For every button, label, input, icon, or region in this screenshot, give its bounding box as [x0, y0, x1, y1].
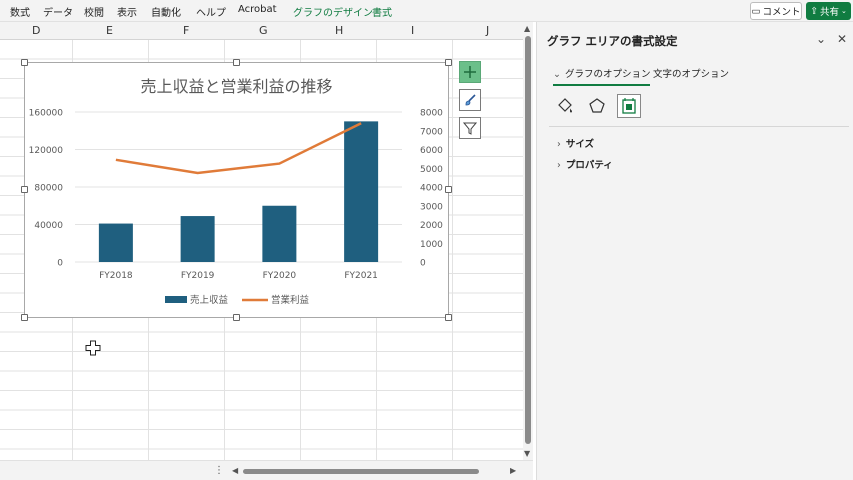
x-tick-label: FY2020 [263, 271, 297, 281]
section-size-label: サイズ [565, 139, 595, 150]
y-tick-label: 120000 [29, 146, 64, 156]
chart-filters-button[interactable] [459, 117, 481, 139]
menu-automate[interactable]: 自動化 [151, 4, 181, 19]
menu-acrobat[interactable]: Acrobat [238, 4, 277, 15]
comment-button[interactable]: ▭ コメント [750, 2, 802, 20]
column-header[interactable]: H [335, 24, 343, 37]
filter-icon [463, 122, 477, 135]
column-header[interactable]: I [411, 24, 414, 37]
chart-elements-button[interactable] [459, 61, 481, 83]
chart-styles-button[interactable] [459, 89, 481, 111]
tab-text-options[interactable]: 文字のオプション [653, 66, 729, 80]
comment-icon: ▭ [751, 5, 761, 17]
brush-icon [465, 94, 476, 106]
resize-handle[interactable] [21, 314, 28, 321]
scroll-up-icon[interactable]: ▲ [524, 24, 530, 33]
chevron-down-icon[interactable]: ⌄ [816, 32, 826, 46]
column-headers: D E F G H I J [0, 22, 523, 40]
menu-review[interactable]: 校閲 [84, 4, 104, 19]
chevron-right-icon: › [557, 160, 561, 171]
column-header[interactable]: E [106, 24, 113, 37]
format-chart-area-pane: グラフ エリアの書式設定 ⌄ ✕ ⌄ グラフのオプション 文字のオプション › サイ… [536, 22, 853, 480]
fill-line-button[interactable] [553, 94, 577, 118]
horizontal-scrollbar[interactable]: ⋮ ◀ ▶ [0, 460, 533, 480]
resize-handle[interactable] [445, 59, 452, 66]
menu-view[interactable]: 表示 [117, 4, 137, 19]
share-icon: ⇪ [810, 5, 819, 17]
comment-label: コメント [762, 7, 801, 18]
pane-divider [549, 126, 849, 127]
tab-chart-options[interactable]: ⌄ グラフのオプション [553, 66, 651, 86]
y-tick-label: 160000 [29, 109, 64, 119]
pentagon-icon [589, 98, 605, 113]
chevron-down-icon: ⌄ [553, 69, 561, 80]
column-header[interactable]: J [486, 24, 489, 37]
resize-handle[interactable] [233, 314, 240, 321]
resize-handle[interactable] [233, 59, 240, 66]
column-header[interactable]: D [32, 24, 40, 37]
legend-swatch [165, 296, 187, 303]
menu-help[interactable]: ヘルプ [196, 4, 226, 19]
resize-handle[interactable] [21, 59, 28, 66]
y2-tick-label: 4000 [420, 184, 443, 194]
x-tick-label: FY2021 [344, 271, 378, 281]
cell-cursor-icon [85, 340, 101, 356]
bar [344, 121, 379, 262]
y2-tick-label: 7000 [420, 127, 443, 137]
y-tick-label: 40000 [34, 221, 63, 231]
legend-label: 売上収益 [190, 294, 229, 306]
more-options-icon[interactable]: ⋮ [214, 465, 224, 476]
plus-icon [464, 66, 476, 78]
chart-area[interactable]: 売上収益と営業利益の推移 0 40000 80000 120000 160000 0 100… [24, 62, 449, 318]
size-properties-button[interactable] [617, 94, 641, 118]
bar [262, 205, 297, 262]
y2-tick-label: 5000 [420, 165, 443, 175]
bar [98, 223, 133, 262]
menu-chart-design[interactable]: グラフのデザイン [293, 4, 373, 19]
column-header[interactable]: G [259, 24, 268, 37]
menu-formulas[interactable]: 数式 [10, 4, 30, 19]
close-icon[interactable]: ✕ [837, 32, 847, 46]
menu-format[interactable]: 書式 [372, 4, 392, 19]
scroll-down-icon[interactable]: ▼ [524, 449, 530, 458]
scroll-left-icon[interactable]: ◀ [232, 466, 238, 475]
section-properties[interactable]: › プロパティ [557, 157, 613, 171]
plot-area[interactable]: 0 40000 80000 120000 160000 0 1000 2000 3000 4000… [25, 63, 450, 319]
x-tick-label: FY2018 [99, 271, 133, 281]
y-tick-label: 80000 [34, 184, 63, 194]
resize-handle[interactable] [445, 186, 452, 193]
y2-tick-label: 6000 [420, 146, 443, 156]
scroll-right-icon[interactable]: ▶ [510, 466, 516, 475]
legend-label: 営業利益 [271, 294, 310, 306]
chevron-right-icon: › [557, 139, 561, 150]
effects-button[interactable] [585, 94, 609, 118]
section-size[interactable]: › サイズ [557, 136, 594, 150]
paint-bucket-icon [558, 98, 572, 113]
menu-data[interactable]: データ [43, 4, 73, 19]
pane-title: グラフ エリアの書式設定 [547, 34, 678, 48]
y2-tick-label: 1000 [420, 240, 443, 250]
resize-handle[interactable] [21, 186, 28, 193]
bar [180, 216, 215, 262]
x-tick-label: FY2019 [181, 271, 215, 281]
size-properties-icon [622, 98, 636, 114]
series-line [115, 122, 362, 175]
vertical-scrollbar[interactable]: ▲ ▼ [523, 22, 533, 460]
y2-tick-label: 8000 [420, 109, 443, 119]
share-button[interactable]: ⇪ 共有 ⌄ [806, 2, 851, 20]
column-header[interactable]: F [183, 24, 189, 37]
y-tick-label: 0 [57, 259, 63, 269]
y2-tick-label: 0 [420, 259, 426, 269]
y2-tick-label: 2000 [420, 221, 443, 231]
horizontal-scroll-thumb[interactable] [243, 469, 479, 474]
ribbon-menu-bar: 数式 データ 校閲 表示 自動化 ヘルプ Acrobat グラフのデザイン 書式… [0, 0, 853, 22]
resize-handle[interactable] [445, 314, 452, 321]
chevron-down-icon: ⌄ [841, 7, 847, 15]
vertical-scroll-thumb[interactable] [525, 36, 531, 444]
y2-tick-label: 3000 [420, 202, 443, 212]
share-label: 共有 [820, 7, 840, 18]
tab-chart-options-label: グラフのオプション [564, 69, 651, 80]
section-properties-label: プロパティ [565, 160, 613, 171]
